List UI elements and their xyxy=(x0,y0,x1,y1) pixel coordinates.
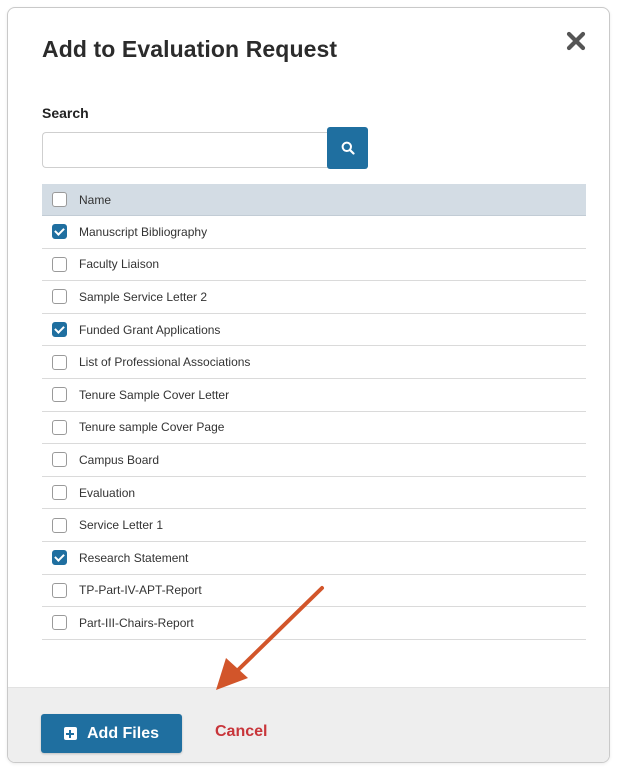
row-label: Part-III-Chairs-Report xyxy=(79,615,194,630)
row-checkbox[interactable] xyxy=(52,517,67,533)
row-label: Service Letter 1 xyxy=(79,518,164,533)
row-checkbox[interactable] xyxy=(52,224,67,240)
table-row[interactable]: Sample Service Letter 2 xyxy=(42,281,586,314)
table-row[interactable]: TP-Part-IV-APT-Report xyxy=(42,575,586,608)
row-label: Evaluation xyxy=(79,485,136,500)
add-files-label: Add Files xyxy=(86,724,159,742)
search-icon xyxy=(341,141,355,155)
cancel-link[interactable]: Cancel xyxy=(215,723,267,741)
search-input[interactable] xyxy=(42,132,328,168)
close-x-icon xyxy=(566,31,586,51)
table-row[interactable]: Evaluation xyxy=(42,477,586,510)
file-list-table: Name Manuscript Bibliography Faculty Liai… xyxy=(42,184,586,640)
search-label: Search xyxy=(42,105,89,121)
row-checkbox[interactable] xyxy=(52,387,67,403)
evaluation-request-dialog: Add to Evaluation Request Search Name Ma… xyxy=(7,7,610,763)
row-checkbox[interactable] xyxy=(52,256,67,272)
table-bottom-divider xyxy=(42,639,586,640)
row-label: Research Statement xyxy=(79,550,189,565)
close-button[interactable] xyxy=(563,28,589,54)
table-row[interactable]: Research Statement xyxy=(42,542,586,575)
table-row[interactable]: Manuscript Bibliography xyxy=(42,216,586,249)
row-checkbox[interactable] xyxy=(52,354,67,370)
search-button[interactable] xyxy=(327,127,368,169)
row-checkbox[interactable] xyxy=(52,485,67,501)
table-row[interactable]: Tenure sample Cover Page xyxy=(42,412,586,445)
select-all-checkbox[interactable] xyxy=(52,192,67,207)
table-row[interactable]: Part-III-Chairs-Report xyxy=(42,607,586,640)
row-label: Tenure Sample Cover Letter xyxy=(79,387,230,402)
row-label: Sample Service Letter 2 xyxy=(79,289,208,304)
row-label: Campus Board xyxy=(79,452,160,467)
row-checkbox[interactable] xyxy=(52,452,67,468)
row-label: Faculty Liaison xyxy=(79,257,160,272)
row-label: Manuscript Bibliography xyxy=(79,224,208,239)
row-label: TP-Part-IV-APT-Report xyxy=(79,583,202,598)
table-row[interactable]: Faculty Liaison xyxy=(42,249,586,282)
row-label: Funded Grant Applications xyxy=(79,322,221,337)
row-label: List of Professional Associations xyxy=(79,355,251,370)
plus-square-icon xyxy=(63,727,77,740)
add-files-button[interactable]: Add Files xyxy=(41,714,182,753)
row-label: Tenure sample Cover Page xyxy=(79,420,225,435)
row-checkbox[interactable] xyxy=(52,582,67,598)
column-header-name: Name xyxy=(79,192,112,207)
row-checkbox[interactable] xyxy=(52,615,67,631)
table-row[interactable]: List of Professional Associations xyxy=(42,346,586,379)
row-checkbox[interactable] xyxy=(52,322,67,338)
row-checkbox[interactable] xyxy=(52,550,67,566)
row-checkbox[interactable] xyxy=(52,419,67,435)
row-checkbox[interactable] xyxy=(52,289,67,305)
table-header-row: Name xyxy=(42,184,586,216)
dialog-footer: Add Files Cancel xyxy=(8,687,609,762)
table-row[interactable]: Tenure Sample Cover Letter xyxy=(42,379,586,412)
table-row[interactable]: Service Letter 1 xyxy=(42,509,586,542)
table-row[interactable]: Funded Grant Applications xyxy=(42,314,586,347)
dialog-title: Add to Evaluation Request xyxy=(42,36,338,62)
table-row[interactable]: Campus Board xyxy=(42,444,586,477)
